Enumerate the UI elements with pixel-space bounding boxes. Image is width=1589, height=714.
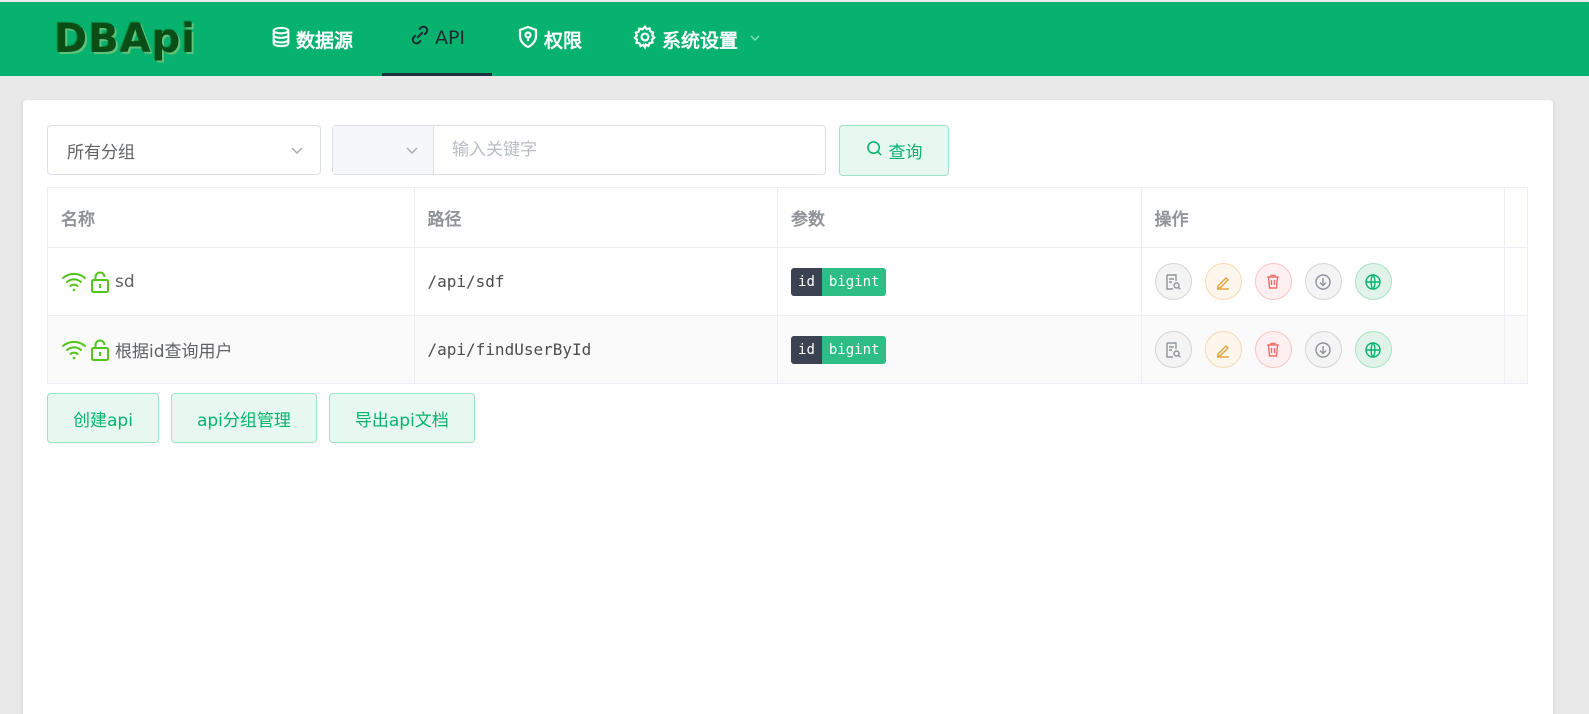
view-detail-icon (1166, 341, 1181, 358)
edit-icon (1217, 344, 1230, 358)
publish-icon (1365, 341, 1381, 358)
unlock-icon (90, 271, 110, 293)
view-detail-icon (1166, 273, 1181, 290)
cell-params: id bigint (778, 316, 1142, 383)
database-icon (270, 26, 296, 53)
param-tag: id bigint (791, 267, 887, 296)
top-navbar: DBApi 数据源 API 权限 系统设置 (0, 2, 1589, 76)
view-detail-button[interactable] (1154, 331, 1192, 368)
nav-permission-label: 权限 (544, 29, 583, 52)
search-icon (866, 140, 883, 162)
query-button[interactable]: 查询 (839, 125, 949, 176)
edit-icon (1217, 276, 1230, 290)
edit-button[interactable] (1204, 263, 1242, 300)
bottom-actions: 创建api api分组管理 导出api文档 (47, 393, 475, 443)
nav-datasource[interactable]: 数据源 (270, 2, 353, 76)
gutter (1505, 316, 1528, 383)
app-logo: DBApi (54, 16, 196, 62)
publish-button[interactable] (1354, 263, 1392, 300)
unlock-icon (90, 339, 110, 361)
column-header-params: 参数 (778, 188, 1142, 247)
table-row: sd /api/sdf id bigint (48, 248, 1527, 316)
table-header-row: 名称 路径 参数 操作 (48, 188, 1527, 248)
view-detail-button[interactable] (1154, 263, 1192, 300)
api-path: /api/sdf (415, 248, 779, 315)
delete-button[interactable] (1254, 331, 1292, 368)
wifi-icon (61, 271, 87, 293)
group-select[interactable]: 所有分组 (47, 125, 321, 175)
gear-icon (632, 24, 662, 55)
chevron-down-icon (288, 141, 306, 164)
shield-icon (516, 25, 544, 54)
column-header-gutter (1505, 188, 1527, 247)
download-button[interactable] (1304, 263, 1342, 300)
table-row: 根据id查询用户 /api/findUserById id bigint (48, 316, 1528, 383)
api-table: 名称 路径 参数 操作 sd /api/sdf id bigint 根据id查询… (47, 187, 1528, 384)
chevron-down-icon (403, 141, 421, 163)
main-card: 所有分组 查询 名称 路径 参数 操作 (23, 100, 1553, 714)
api-group-manage-button[interactable]: api分组管理 (170, 393, 317, 443)
chevron-down-icon (748, 28, 766, 50)
api-name: 根据id查询用户 (115, 342, 233, 362)
column-header-path: 路径 (415, 188, 779, 247)
export-api-doc-button[interactable]: 导出api文档 (328, 393, 475, 443)
download-button[interactable] (1304, 331, 1342, 368)
search-field-select[interactable] (333, 126, 434, 174)
download-icon (1315, 273, 1331, 290)
delete-icon (1267, 342, 1280, 357)
cell-actions (1142, 248, 1506, 315)
wifi-icon (61, 339, 87, 361)
cell-actions (1141, 316, 1506, 383)
delete-icon (1267, 274, 1280, 289)
api-name: sd (115, 271, 135, 292)
param-tag: id bigint (791, 335, 887, 364)
cell-name: 根据id查询用户 (48, 316, 415, 383)
column-header-name: 名称 (48, 188, 415, 247)
nav-settings-label: 系统设置 (662, 29, 739, 52)
nav-settings[interactable]: 系统设置 (632, 2, 766, 76)
gutter (1505, 248, 1527, 315)
param-name: id (791, 267, 822, 296)
nav-datasource-label: 数据源 (296, 29, 354, 52)
column-header-actions: 操作 (1142, 188, 1506, 247)
cell-params: id bigint (778, 248, 1142, 315)
publish-button[interactable] (1354, 331, 1392, 368)
nav-api[interactable]: API (382, 2, 492, 76)
search-input[interactable] (434, 126, 825, 174)
cell-name: sd (48, 248, 415, 315)
create-api-button[interactable]: 创建api (47, 393, 159, 443)
query-button-label: 查询 (888, 143, 923, 163)
download-icon (1315, 341, 1331, 358)
search-box (332, 125, 826, 175)
param-type: bigint (821, 267, 887, 296)
param-type: bigint (821, 335, 887, 364)
edit-button[interactable] (1204, 331, 1242, 368)
param-name: id (791, 335, 822, 364)
nav-permission[interactable]: 权限 (516, 2, 582, 76)
nav-api-label: API (434, 26, 466, 49)
publish-icon (1365, 273, 1381, 290)
group-select-value: 所有分组 (67, 142, 135, 163)
link-icon (409, 24, 435, 51)
delete-button[interactable] (1254, 263, 1292, 300)
api-path: /api/findUserById (414, 316, 779, 383)
